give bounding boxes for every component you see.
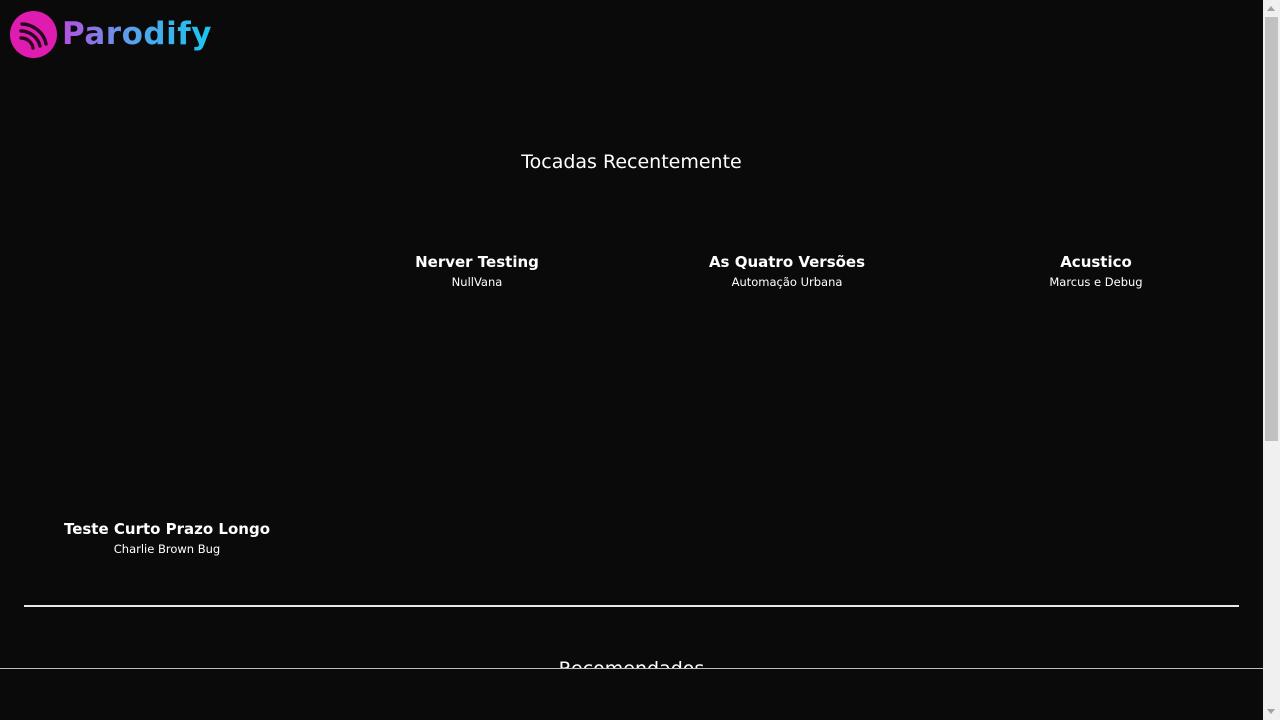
recent-section-title: Tocadas Recentemente	[521, 151, 742, 173]
app-logo[interactable]: Parodify	[10, 10, 212, 58]
track-artist: NullVana	[451, 275, 503, 289]
scroll-up-arrow-icon[interactable]	[1267, 6, 1275, 11]
vertical-scrollbar[interactable]	[1263, 0, 1280, 720]
app-name: Parodify	[62, 10, 212, 58]
track-artist: Charlie Brown Bug	[113, 542, 221, 556]
track-title: As Quatro Versões	[708, 253, 866, 271]
logo-waves-icon	[10, 10, 57, 58]
track-title: Nerver Testing	[415, 253, 539, 271]
scroll-down-arrow-icon[interactable]	[1267, 709, 1275, 714]
track-title: Acustico	[1060, 253, 1132, 271]
track-artist: Marcus e Debug	[1049, 275, 1143, 289]
section-divider	[24, 605, 1239, 607]
player-bar	[0, 668, 1263, 720]
track-title: Teste Curto Prazo Longo	[63, 520, 271, 538]
track-card[interactable]: Teste Curto Prazo Longo Charlie Brown Bu…	[27, 519, 307, 557]
track-card[interactable]: Acustico Marcus e Debug	[956, 252, 1236, 290]
track-card[interactable]: Nerver Testing NullVana	[337, 252, 617, 290]
page: Parodify Tocadas Recentemente Nerver Tes…	[0, 0, 1263, 720]
track-artist: Automação Urbana	[731, 275, 843, 289]
track-card[interactable]: As Quatro Versões Automação Urbana	[647, 252, 927, 290]
scrollbar-thumb[interactable]	[1265, 17, 1278, 441]
